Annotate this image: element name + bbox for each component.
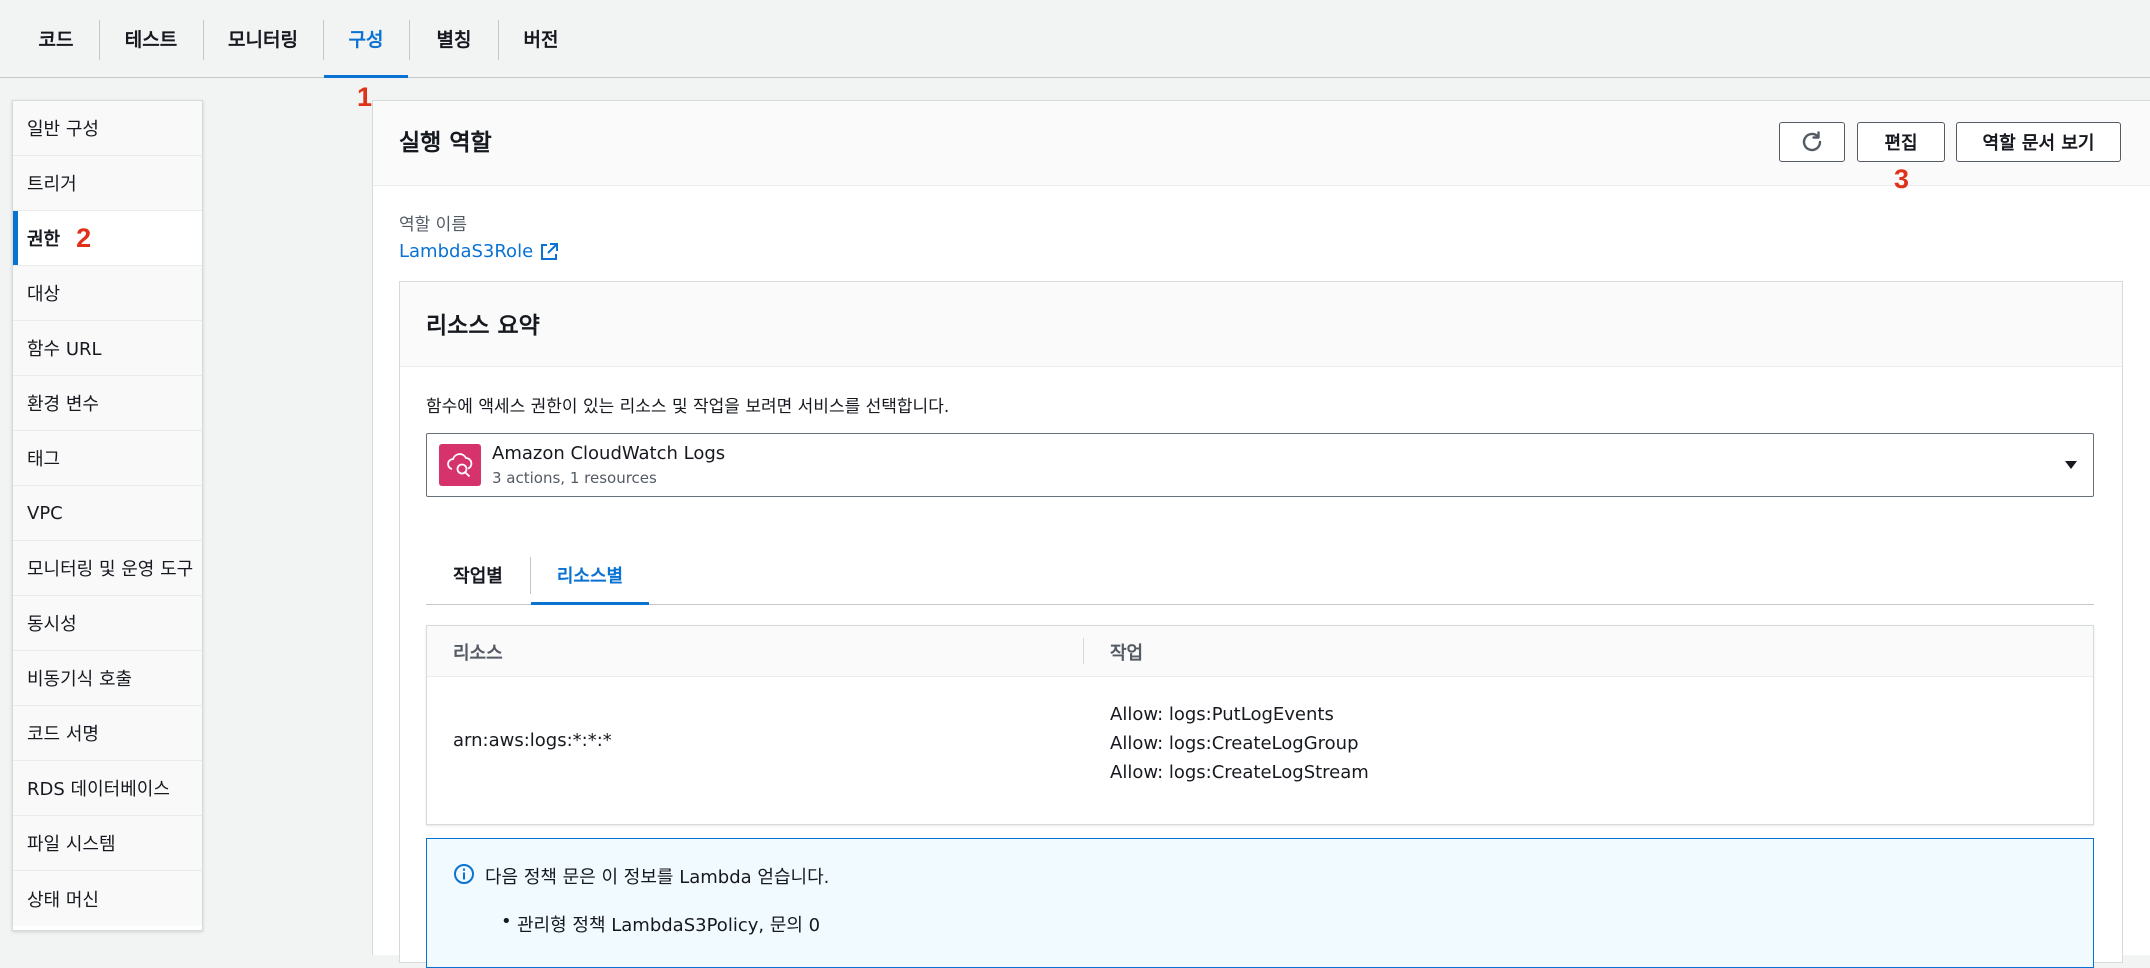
column-header-action: 작업 [1110, 643, 1144, 664]
table-header: 리소스 작업 [427, 626, 2093, 677]
tab-test[interactable]: 테스트 [100, 0, 202, 77]
sidebar-item-label: 비동기식 호출 [27, 669, 133, 690]
sidebar-item-general[interactable]: 일반 구성 [13, 101, 202, 156]
tab-aliases[interactable]: 별칭 [410, 0, 498, 77]
resource-view-tabs: 작업별 리소스별 [426, 545, 2094, 605]
annotation-marker-3: 3 [1894, 164, 1910, 194]
sidebar-item-rds-database[interactable]: RDS 데이터베이스 [13, 761, 202, 816]
sidebar-item-permissions[interactable]: 권한 2 [13, 211, 202, 266]
service-summary: 3 actions, 1 resources [492, 469, 657, 487]
resource-summary-description: 함수에 액세스 권한이 있는 리소스 및 작업을 보려면 서비스를 선택합니다. [426, 397, 950, 417]
caret-down-icon [2065, 461, 2077, 469]
sidebar-item-label: 상태 머신 [27, 889, 99, 911]
refresh-icon [1802, 131, 1822, 152]
sidebar-item-label: 코드 서명 [27, 724, 99, 745]
sidebar-item-label: 파일 시스템 [27, 834, 116, 855]
sidebar-item-label: 함수 URL [27, 339, 102, 360]
execution-role-panel: 실행 역할 편집 역할 문서 보기 3 역할 이름 LambdaS3Role 리… [372, 100, 2150, 968]
top-tab-bar: 코드 테스트 모니터링 구성 별칭 버전 [0, 0, 2150, 78]
sidebar-item-label: RDS 데이터베이스 [27, 779, 170, 800]
service-select[interactable]: Amazon CloudWatch Logs 3 actions, 1 reso… [426, 433, 2094, 497]
tab-by-action[interactable]: 작업별 [426, 545, 530, 604]
resource-summary-title: 리소스 요약 [426, 313, 540, 339]
table-cell-resource: arn:aws:logs:*:*:* [453, 730, 612, 751]
tab-monitoring[interactable]: 모니터링 [204, 0, 322, 77]
sidebar-item-label: 동시성 [27, 614, 77, 635]
sidebar-item-label: 환경 변수 [27, 394, 99, 415]
panel-header: 실행 역할 편집 역할 문서 보기 [373, 101, 2150, 186]
column-separator [1083, 638, 1084, 664]
sidebar-item-destinations[interactable]: 대상 [13, 266, 202, 321]
action-item: Allow: logs:CreateLogGroup [1110, 733, 1359, 754]
tab-versions[interactable]: 버전 [499, 0, 583, 77]
sidebar-item-file-system[interactable]: 파일 시스템 [13, 816, 202, 871]
table-cell-actions: Allow: logs:PutLogEvents Allow: logs:Cre… [1110, 700, 1369, 787]
sidebar-item-vpc[interactable]: VPC [13, 486, 202, 541]
sidebar-item-concurrency[interactable]: 동시성 [13, 596, 202, 651]
sidebar-item-label: 트리거 [27, 174, 77, 195]
service-name: Amazon CloudWatch Logs [492, 443, 726, 464]
policy-info-alert: 다음 정책 문은 이 정보를 Lambda 얻습니다. 관리형 정책 Lambd… [426, 838, 2094, 968]
resource-summary-header: 리소스 요약 [400, 282, 2122, 367]
info-message: 다음 정책 문은 이 정보를 Lambda 얻습니다. [485, 867, 830, 888]
cloudwatch-logs-icon [439, 444, 481, 486]
refresh-button[interactable] [1779, 122, 1845, 162]
resource-table: 리소스 작업 arn:aws:logs:*:*:* Allow: logs:Pu… [426, 625, 2094, 825]
annotation-marker-1: 1 [357, 82, 373, 112]
sidebar-item-label: 일반 구성 [27, 119, 99, 140]
sidebar-item-tags[interactable]: 태그 [13, 431, 202, 486]
sidebar-item-label: 대상 [27, 284, 61, 305]
edit-button[interactable]: 편집 [1857, 122, 1945, 162]
role-name-label: 역할 이름 [399, 215, 467, 235]
role-name-text: LambdaS3Role [399, 241, 534, 262]
sidebar-item-code-signing[interactable]: 코드 서명 [13, 706, 202, 761]
role-name-link[interactable]: LambdaS3Role [399, 241, 559, 262]
sidebar-item-label: 권한 [27, 229, 61, 250]
tab-configuration[interactable]: 구성 [324, 0, 408, 78]
sidebar-item-triggers[interactable]: 트리거 [13, 156, 202, 211]
sidebar-item-label: 모니터링 및 운영 도구 [27, 559, 194, 580]
sidebar-item-monitoring-tools[interactable]: 모니터링 및 운영 도구 [13, 541, 202, 596]
sidebar-item-label: 태그 [27, 449, 61, 470]
sidebar-item-async-invocation[interactable]: 비동기식 호출 [13, 651, 202, 706]
column-header-resource: 리소스 [453, 643, 503, 664]
action-item: Allow: logs:PutLogEvents [1110, 704, 1334, 725]
external-link-icon [541, 242, 559, 260]
tab-by-resource[interactable]: 리소스별 [531, 545, 649, 605]
annotation-marker-2: 2 [76, 222, 92, 253]
view-role-document-button[interactable]: 역할 문서 보기 [1956, 122, 2121, 162]
sidebar-item-label: VPC [27, 502, 63, 524]
resource-summary-card: 리소스 요약 함수에 액세스 권한이 있는 리소스 및 작업을 보려면 서비스를… [399, 281, 2123, 968]
action-item: Allow: logs:CreateLogStream [1110, 762, 1369, 783]
info-icon [454, 864, 474, 884]
sidebar-item-env-vars[interactable]: 환경 변수 [13, 376, 202, 431]
sidebar-item-function-url[interactable]: 함수 URL [13, 321, 202, 376]
page-title: 실행 역할 [399, 130, 492, 156]
tab-code[interactable]: 코드 [14, 0, 98, 77]
policy-list-item: 관리형 정책 LambdaS3Policy, 문의 0 [501, 911, 820, 937]
sidebar-item-state-machine[interactable]: 상태 머신 [13, 871, 202, 926]
config-sidebar: 일반 구성 트리거 권한 2 대상 함수 URL 환경 변수 태그 VPC 모니터… [12, 100, 203, 931]
